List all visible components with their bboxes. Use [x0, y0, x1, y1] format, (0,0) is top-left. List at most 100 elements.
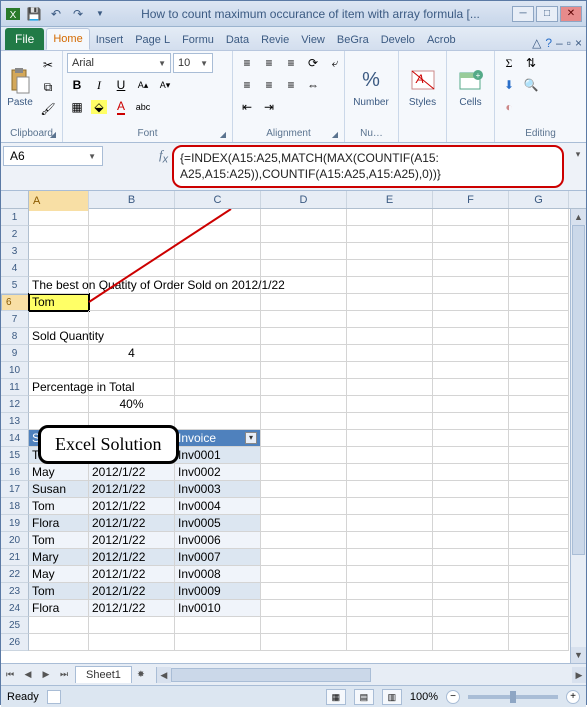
shrink-font-button[interactable]: A▾: [155, 75, 175, 95]
font-name-select[interactable]: Arial▼: [67, 53, 171, 73]
fill-color-button[interactable]: ⬙: [89, 97, 109, 117]
scroll-right-button[interactable]: ▶: [572, 667, 586, 683]
mdi-minimize-icon[interactable]: –: [556, 36, 563, 50]
hscroll-thumb[interactable]: [171, 668, 371, 682]
sheet-tab-bar: ⏮ ◀ ▶ ⏭ Sheet1 ✸ ◀ ▶: [1, 663, 586, 685]
help-icon[interactable]: ?: [545, 36, 552, 50]
cut-button[interactable]: ✂: [38, 55, 58, 75]
border-button[interactable]: ▦: [67, 97, 87, 117]
increase-indent-button[interactable]: ⇥: [259, 97, 279, 117]
grow-font-button[interactable]: A▴: [133, 75, 153, 95]
wrap-text-button[interactable]: ⤶: [325, 53, 345, 73]
expand-formula-bar-button[interactable]: ▾: [570, 143, 586, 190]
undo-icon[interactable]: ↶: [47, 5, 65, 23]
find-select-button[interactable]: 🔍: [521, 75, 541, 95]
clipboard-launcher-icon[interactable]: ◢: [48, 130, 58, 140]
formula-buttons: [105, 143, 159, 190]
zoom-out-button[interactable]: −: [446, 690, 460, 704]
page-break-view-button[interactable]: ▥: [382, 689, 402, 705]
minimize-button[interactable]: ─: [512, 6, 534, 22]
tab-acrobat[interactable]: Acrob: [421, 30, 462, 50]
redo-icon[interactable]: ↷: [69, 5, 87, 23]
qat-customize-icon[interactable]: ▼: [91, 5, 109, 23]
bold-button[interactable]: B: [67, 75, 87, 95]
status-bar: Ready ▦ ▤ ▥ 100% − +: [1, 685, 586, 707]
sheet-nav-prev[interactable]: ◀: [19, 666, 37, 684]
sort-filter-button[interactable]: ⇅: [521, 53, 541, 73]
tab-data[interactable]: Data: [220, 30, 255, 50]
group-font: Arial▼ 10▼ B I U A▴ A▾ ▦ ⬙ A abc Font◢: [63, 51, 233, 142]
horizontal-scrollbar[interactable]: ◀ ▶: [156, 667, 586, 683]
select-all-cell[interactable]: [1, 191, 29, 208]
maximize-button[interactable]: □: [536, 6, 558, 22]
col-header-E[interactable]: E: [347, 191, 433, 208]
phonetic-button[interactable]: abc: [133, 97, 153, 117]
font-size-select[interactable]: 10▼: [173, 53, 213, 73]
decrease-indent-button[interactable]: ⇤: [237, 97, 257, 117]
cells-icon: +: [458, 65, 484, 97]
close-button[interactable]: ✕: [560, 6, 582, 22]
number-format-button[interactable]: % Number: [349, 53, 393, 119]
tab-formulas[interactable]: Formu: [176, 30, 220, 50]
macro-record-icon[interactable]: [47, 690, 61, 704]
align-bottom-button[interactable]: ≡: [281, 53, 301, 73]
tab-view[interactable]: View: [295, 30, 331, 50]
normal-view-button[interactable]: ▦: [326, 689, 346, 705]
align-left-button[interactable]: ≡: [237, 75, 257, 95]
col-header-G[interactable]: G: [509, 191, 569, 208]
merge-button[interactable]: ⇔: [303, 75, 323, 95]
scroll-left-button[interactable]: ◀: [157, 667, 171, 683]
zoom-in-button[interactable]: +: [566, 690, 580, 704]
fill-button[interactable]: ⬇: [499, 75, 519, 95]
formula-input[interactable]: {=INDEX(A15:A25,MATCH(MAX(COUNTIF(A15: A…: [172, 145, 564, 188]
align-middle-button[interactable]: ≡: [259, 53, 279, 73]
minimize-ribbon-icon[interactable]: △: [532, 36, 541, 50]
tab-page-layout[interactable]: Page L: [129, 30, 176, 50]
sheet-nav-first[interactable]: ⏮: [1, 666, 19, 684]
cells-button[interactable]: + Cells: [451, 53, 490, 119]
styles-button[interactable]: A Styles: [403, 53, 442, 119]
tab-home[interactable]: Home: [46, 28, 89, 50]
align-center-button[interactable]: ≡: [259, 75, 279, 95]
mdi-close-icon[interactable]: ×: [575, 36, 582, 50]
col-header-F[interactable]: F: [433, 191, 509, 208]
align-top-button[interactable]: ≡: [237, 53, 257, 73]
percent-icon: %: [362, 65, 380, 97]
align-right-button[interactable]: ≡: [281, 75, 301, 95]
zoom-level[interactable]: 100%: [410, 691, 438, 703]
clear-button[interactable]: ◐: [499, 97, 519, 117]
tab-developer[interactable]: Develo: [375, 30, 421, 50]
page-layout-view-button[interactable]: ▤: [354, 689, 374, 705]
underline-button[interactable]: U: [111, 75, 131, 95]
formula-text-2: A25,A15:A25)),COUNTIF(A15:A25,A15:A25),0…: [180, 166, 556, 182]
autosum-button[interactable]: Σ: [499, 53, 519, 73]
new-sheet-button[interactable]: ✸: [132, 666, 150, 684]
col-header-D[interactable]: D: [261, 191, 347, 208]
mdi-restore-icon[interactable]: ▫: [567, 36, 571, 50]
file-tab[interactable]: File: [5, 28, 44, 50]
grid-area: 12345The best on Quatity of Order Sold o…: [1, 209, 586, 663]
sheet-nav-last[interactable]: ⏭: [55, 666, 73, 684]
sheet-nav-next[interactable]: ▶: [37, 666, 55, 684]
save-icon[interactable]: 💾: [25, 5, 43, 23]
orientation-button[interactable]: ⟳: [303, 53, 323, 73]
name-box[interactable]: A6▼: [3, 146, 103, 166]
window-title: How to count maximum occurance of item w…: [109, 7, 512, 21]
font-color-button[interactable]: A: [111, 97, 131, 117]
tab-begraphic[interactable]: BeGra: [331, 30, 375, 50]
fx-icon[interactable]: fx: [159, 147, 168, 166]
copy-button[interactable]: ⧉: [38, 77, 58, 97]
sheet-tab-sheet1[interactable]: Sheet1: [75, 666, 132, 683]
alignment-launcher-icon[interactable]: ◢: [330, 130, 340, 140]
format-painter-button[interactable]: 🖌: [38, 99, 58, 119]
zoom-slider[interactable]: [468, 695, 558, 699]
status-mode: Ready: [7, 691, 39, 703]
paste-button[interactable]: Paste: [5, 53, 35, 119]
italic-button[interactable]: I: [89, 75, 109, 95]
font-launcher-icon[interactable]: ◢: [218, 130, 228, 140]
col-header-C[interactable]: C: [175, 191, 261, 208]
col-header-A[interactable]: A: [29, 191, 89, 211]
tab-review[interactable]: Revie: [255, 30, 295, 50]
tab-insert[interactable]: Insert: [90, 30, 130, 50]
col-header-B[interactable]: B: [89, 191, 175, 208]
